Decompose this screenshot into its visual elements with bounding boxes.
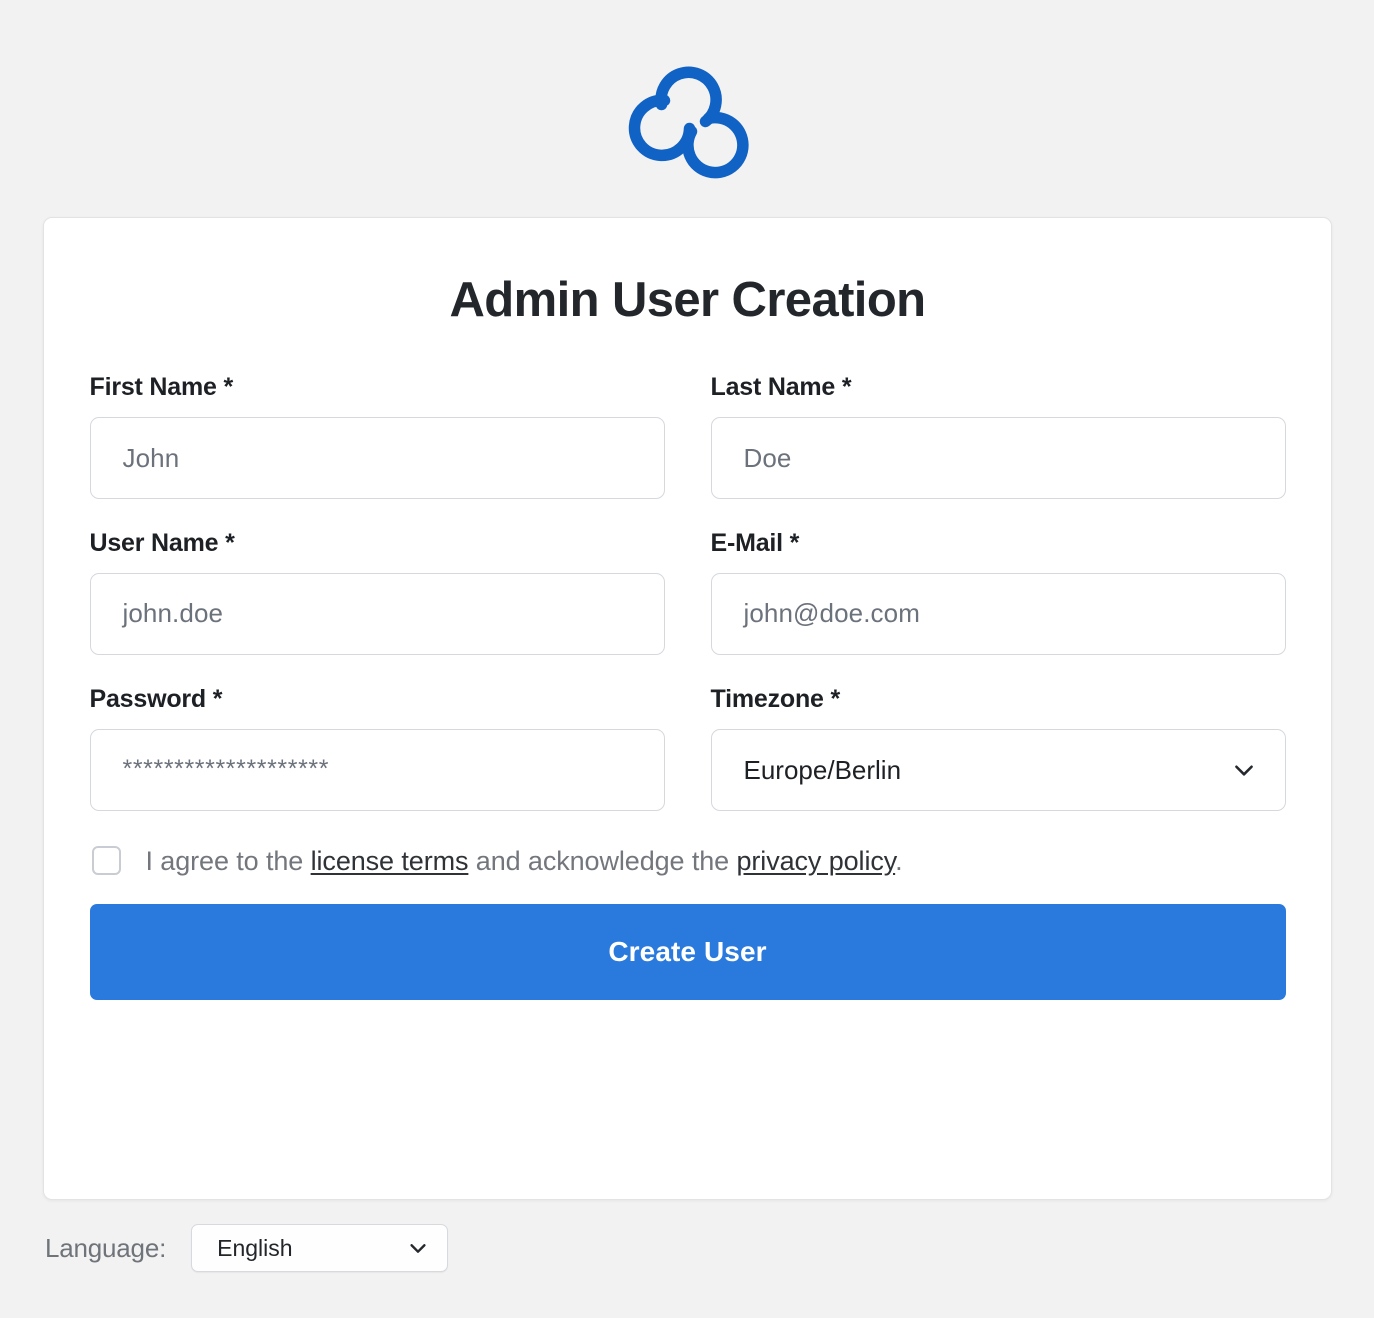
form-grid: First Name * John Last Name * Doe User N… (89, 373, 1286, 840)
agreement-text-before: I agree to the (145, 845, 311, 876)
last-name-input[interactable]: Doe (710, 417, 1286, 500)
brand-logo (0, 52, 1374, 180)
field-email: E-Mail * john@doe.com (710, 529, 1286, 655)
field-password: Password * ******************** (89, 684, 665, 811)
label-user-name: User Name * (89, 529, 235, 558)
label-timezone: Timezone * (710, 684, 841, 713)
agreement-text-middle: and acknowledge the (468, 845, 737, 876)
label-email: E-Mail * (710, 529, 800, 558)
field-user-name: User Name * john.doe (89, 529, 665, 655)
privacy-policy-link[interactable]: privacy policy (736, 846, 895, 876)
cloud-trefoil-logo-icon (628, 66, 749, 179)
license-terms-link[interactable]: license terms (311, 846, 469, 876)
timezone-selected-value: Europe/Berlin (743, 754, 902, 785)
agreement-text-after: . (895, 845, 903, 876)
first-name-input[interactable]: John (89, 417, 665, 500)
page-title: Admin User Creation (449, 273, 927, 327)
agreement-label: I agree to the license terms and acknowl… (146, 845, 903, 877)
label-first-name: First Name * (89, 373, 234, 402)
setup-page: Admin User Creation First Name * John La… (0, 0, 1374, 1318)
language-selected-value: English (217, 1234, 293, 1261)
language-footer: Language: English (45, 1224, 449, 1272)
chevron-down-icon (1234, 765, 1253, 776)
field-first-name: First Name * John (89, 373, 665, 500)
admin-user-form: First Name * John Last Name * Doe User N… (89, 326, 1286, 1001)
language-label: Language: (45, 1232, 167, 1263)
create-user-button[interactable]: Create User (89, 904, 1286, 1001)
timezone-select[interactable]: Europe/Berlin (710, 728, 1286, 811)
label-last-name: Last Name * (710, 373, 852, 402)
chevron-down-icon (410, 1244, 426, 1253)
field-last-name: Last Name * Doe (710, 373, 1286, 500)
field-timezone: Timezone * Europe/Berlin (710, 684, 1286, 811)
agreement-row[interactable]: I agree to the license terms and acknowl… (90, 845, 1286, 877)
email-input[interactable]: john@doe.com (710, 572, 1286, 655)
language-select[interactable]: English (191, 1224, 449, 1272)
admin-user-creation-card: Admin User Creation First Name * John La… (43, 217, 1332, 1200)
agreement-checkbox[interactable] (91, 846, 121, 876)
label-password: Password * (89, 684, 223, 713)
password-input[interactable]: ******************** (89, 728, 665, 811)
user-name-input[interactable]: john.doe (89, 572, 665, 655)
